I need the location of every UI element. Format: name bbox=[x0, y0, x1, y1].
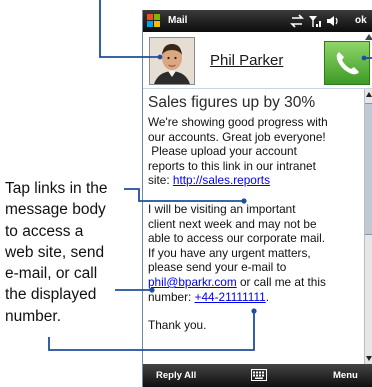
contact-photo bbox=[150, 38, 194, 84]
softkey-bar: Reply All Menu bbox=[143, 364, 372, 387]
callout-line: e-mail, or call bbox=[5, 265, 98, 283]
volume-icon[interactable] bbox=[327, 16, 338, 26]
message-closing: Thank you. bbox=[148, 318, 207, 333]
sender-name-link[interactable]: Phil Parker bbox=[210, 52, 283, 69]
message-line: please send your e-mail to bbox=[148, 260, 287, 275]
message-subject: Sales figures up by 30% bbox=[148, 94, 316, 111]
phone-handset-icon bbox=[336, 52, 359, 75]
callout-line: the displayed bbox=[5, 286, 97, 304]
number-label: number: bbox=[148, 289, 195, 304]
message-line: number: +44-21111111. bbox=[148, 290, 363, 305]
site-label: site: bbox=[148, 173, 173, 188]
reply-all-softkey[interactable]: Reply All bbox=[156, 370, 196, 381]
message-line: site: http://sales.reports bbox=[148, 173, 363, 188]
message-line: Please upload your account bbox=[148, 144, 297, 159]
scroll-up-indicator bbox=[365, 34, 372, 40]
message-body: Sales figures up by 30% We're showing go… bbox=[143, 89, 363, 364]
connectivity-icon[interactable] bbox=[290, 14, 304, 28]
keyboard-icon[interactable] bbox=[251, 369, 267, 381]
scrollbar[interactable] bbox=[364, 89, 372, 364]
message-line: phil@bparkr.com or call me at this bbox=[148, 275, 363, 290]
message-line: I will be visiting an important bbox=[148, 201, 296, 216]
scroll-thumb[interactable] bbox=[365, 103, 372, 235]
callout-line: message body bbox=[5, 201, 106, 219]
message-line: reports to this link in our intranet bbox=[148, 158, 316, 173]
phone-screen: Mail ok Phil Parker Sales figures up by … bbox=[142, 10, 372, 387]
app-title: Mail bbox=[168, 15, 188, 26]
message-line: If you have any urgent matters, bbox=[148, 245, 311, 260]
email-trailing-text: or call me at this bbox=[236, 274, 326, 289]
callout-line: number. bbox=[5, 307, 62, 325]
callout-line: to access a bbox=[5, 222, 84, 240]
menu-softkey[interactable]: Menu bbox=[333, 370, 358, 381]
message-paragraph: We're showing good progress with our acc… bbox=[148, 115, 363, 188]
sentence-end: . bbox=[265, 289, 270, 304]
callout-text: Tap links in the message body to access … bbox=[5, 178, 135, 327]
message-line: our accounts. Great job everyone! bbox=[148, 129, 326, 144]
message-line: able to access our corporate mail. bbox=[148, 231, 326, 246]
callout-line: web site, send bbox=[5, 243, 105, 261]
avatar[interactable] bbox=[149, 37, 195, 85]
scroll-up-arrow[interactable] bbox=[366, 92, 372, 97]
ok-button[interactable]: ok bbox=[355, 15, 367, 26]
callout-line: Tap links in the bbox=[5, 180, 108, 197]
web-link[interactable]: http://sales.reports bbox=[173, 173, 270, 187]
scroll-down-arrow[interactable] bbox=[366, 356, 372, 361]
message-paragraph: I will be visiting an important client n… bbox=[148, 202, 363, 304]
phone-number-link[interactable]: +44-21111111 bbox=[195, 290, 266, 304]
windows-flag-icon[interactable] bbox=[147, 14, 161, 28]
contact-header: Phil Parker bbox=[143, 32, 372, 89]
message-line: client next week and may not be bbox=[148, 216, 317, 231]
message-paragraph: Thank you. bbox=[148, 318, 363, 333]
status-bar: Mail ok bbox=[143, 10, 372, 32]
call-button[interactable] bbox=[324, 41, 370, 85]
email-link[interactable]: phil@bparkr.com bbox=[148, 275, 237, 289]
message-line: We're showing good progress with bbox=[148, 115, 328, 129]
signal-icon[interactable] bbox=[309, 16, 321, 27]
